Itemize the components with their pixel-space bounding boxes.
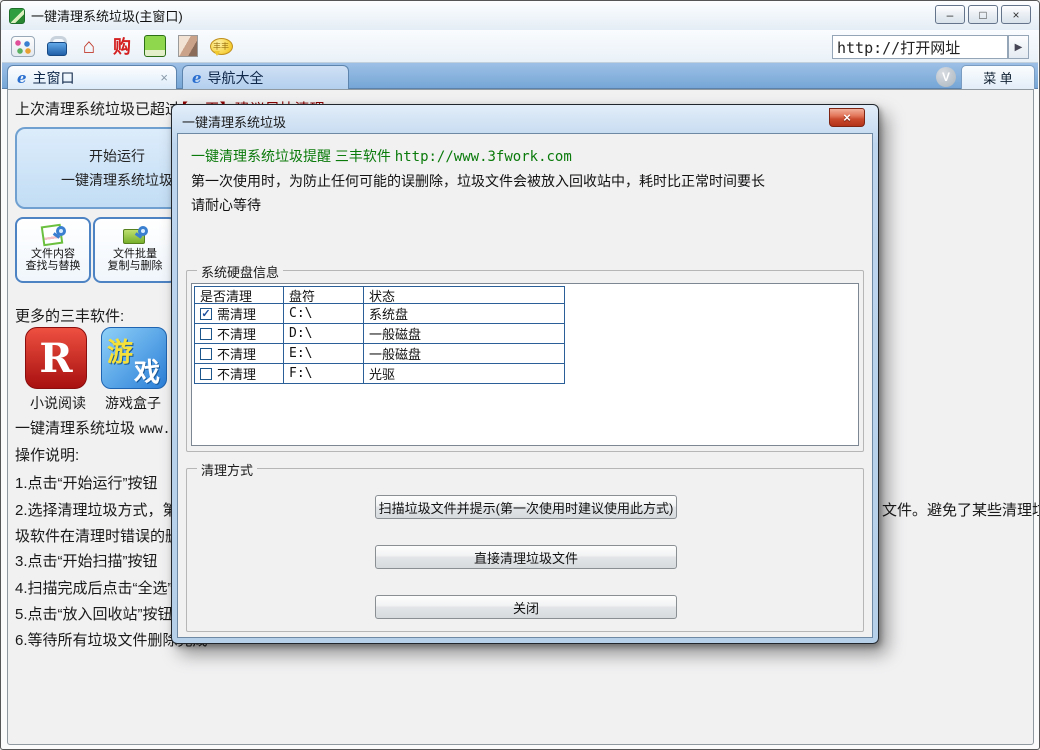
dialog-title: 一键清理系统垃圾 — [182, 112, 286, 131]
dialog-content: 一键清理系统垃圾提醒 三丰软件 http://www.3fwork.com 第一… — [177, 133, 873, 638]
novel-reader-label[interactable]: 小说阅读 — [30, 393, 86, 413]
header-clean[interactable]: 是否清理 — [195, 287, 284, 303]
table-row[interactable]: ✓ 需清理 C:\ 系统盘 — [195, 304, 564, 324]
disk-table-header: 是否清理 盘符 状态 — [195, 287, 564, 304]
checkbox-unchecked[interactable] — [200, 348, 212, 360]
tab-main-window[interactable]: e 主窗口 × — [7, 65, 177, 89]
disk-info-group: 系统硬盘信息 是否清理 盘符 状态 ✓需清理 C:\ 系统盘 — [186, 270, 864, 452]
drive-label: D:\ — [284, 324, 364, 343]
chat-bubble-icon[interactable]: 丰丰 — [209, 35, 233, 58]
ie-icon: e — [192, 69, 202, 87]
disk-group-label: 系统硬盘信息 — [197, 262, 283, 281]
drive-label: C:\ — [284, 304, 364, 323]
instruction-item-red-continuation: 文件。避免了某些清理垃 — [882, 499, 1040, 520]
scan-and-prompt-button[interactable]: 扫描垃圾文件并提示(第一次使用时建议使用此方式) — [375, 495, 677, 519]
file-batch-copy-delete-button[interactable]: 文件批量 复制与删除 — [93, 217, 177, 283]
tab-navigation[interactable]: e 导航大全 — [182, 65, 349, 89]
clean-label: 需清理 — [217, 304, 256, 323]
clean-method-group: 清理方式 扫描垃圾文件并提示(第一次使用时建议使用此方式) 直接清理垃圾文件 关… — [186, 468, 864, 632]
button-label: 文件内容 — [31, 248, 75, 260]
instruction-item: 3.点击“开始扫描”按钮 — [15, 550, 158, 571]
drive-label: E:\ — [284, 344, 364, 363]
drive-label: F:\ — [284, 364, 364, 383]
table-row[interactable]: 不清理 D:\ 一般磁盘 — [195, 324, 564, 344]
dialog-green-header: 一键清理系统垃圾提醒 三丰软件 http://www.3fwork.com — [191, 146, 572, 166]
lock-icon[interactable] — [44, 35, 68, 58]
reminder-text: 一键清理系统垃圾提醒 三丰软件 — [191, 148, 395, 164]
close-button[interactable]: × — [1001, 5, 1031, 24]
clean-label: 不清理 — [217, 344, 256, 363]
clean-label: 不清理 — [217, 324, 256, 343]
app-broom-icon — [9, 8, 25, 24]
table-row[interactable]: 不清理 E:\ 一般磁盘 — [195, 344, 564, 364]
button-label: 复制与删除 — [108, 260, 163, 272]
last-clean-notice: 上次清理系统垃圾已超过 — [15, 98, 180, 119]
url-input[interactable] — [832, 35, 1008, 59]
game-box-app-icon[interactable]: 游 戏 — [101, 327, 167, 389]
dialog-close-action-button[interactable]: 关闭 — [375, 595, 677, 619]
header-drive[interactable]: 盘符 — [284, 287, 364, 303]
website-link[interactable]: http://www.3fwork.com — [395, 149, 572, 165]
cleanup-dialog: 一键清理系统垃圾 × 一键清理系统垃圾提醒 三丰软件 http://www.3f… — [171, 104, 879, 644]
checkbox-checked[interactable]: ✓ — [200, 308, 212, 320]
button-label: 查找与替换 — [26, 260, 81, 272]
run-button-line1: 开始运行 — [89, 146, 145, 166]
shop-icon[interactable]: 购 — [110, 35, 134, 58]
clean-label: 不清理 — [217, 364, 256, 383]
window-title: 一键清理系统垃圾(主窗口) — [31, 6, 183, 25]
method-group-label: 清理方式 — [197, 460, 257, 479]
go-button[interactable]: ▶ — [1008, 35, 1029, 59]
home-icon[interactable]: ⌂ — [77, 35, 101, 58]
main-window: 一键清理系统垃圾(主窗口) – □ × ⌂ 购 丰丰 ▶ e 主窗口 × e 导… — [0, 0, 1040, 750]
minimize-button[interactable]: – — [935, 5, 965, 24]
checkbox-unchecked[interactable] — [200, 328, 212, 340]
run-button-line2: 一键清理系统垃圾 — [61, 170, 173, 190]
menu-button[interactable]: 菜 单 — [961, 65, 1035, 89]
status-label: 光驱 — [364, 364, 564, 383]
product-name: 一键清理系统垃圾 — [15, 420, 135, 437]
settings-icon[interactable] — [11, 35, 35, 58]
novel-reader-app-icon[interactable]: R — [25, 327, 87, 389]
header-status[interactable]: 状态 — [364, 287, 564, 303]
dialog-info-line1: 第一次使用时，为防止任何可能的误删除，垃圾文件会被放入回收站中，耗时比正常时间要… — [191, 171, 765, 191]
button-label: 文件批量 — [113, 248, 157, 260]
checkbox-unchecked[interactable] — [200, 368, 212, 380]
book-search-icon — [122, 224, 148, 248]
disk-listview: 是否清理 盘符 状态 ✓ 需清理 C:\ 系统盘 不清理 D:\ 一般磁盘 — [191, 283, 859, 446]
tab-label: 导航大全 — [208, 68, 264, 88]
game-box-label[interactable]: 游戏盒子 — [105, 393, 161, 413]
ie-icon: e — [17, 69, 27, 87]
photo-icon[interactable] — [176, 35, 200, 58]
maximize-button[interactable]: □ — [968, 5, 998, 24]
tab-close-icon[interactable]: × — [160, 70, 168, 85]
status-label: 一般磁盘 — [364, 324, 564, 343]
instruction-item: 4.扫描完成后点击“全选” — [15, 577, 173, 598]
instruction-item: 1.点击“开始运行”按钮 — [15, 472, 158, 493]
tab-bar: e 主窗口 × e 导航大全 V 菜 单 — [2, 63, 1038, 89]
direct-clean-button[interactable]: 直接清理垃圾文件 — [375, 545, 677, 569]
tab-dropdown-icon[interactable]: V — [936, 67, 956, 87]
file-content-replace-button[interactable]: 文件内容 查找与替换 — [15, 217, 91, 283]
table-row[interactable]: 不清理 F:\ 光驱 — [195, 364, 564, 383]
disk-table: 是否清理 盘符 状态 ✓ 需清理 C:\ 系统盘 不清理 D:\ 一般磁盘 — [194, 286, 565, 384]
window-titlebar: 一键清理系统垃圾(主窗口) – □ × — [1, 1, 1039, 30]
document-search-icon — [40, 224, 66, 248]
toolbar: ⌂ 购 丰丰 ▶ — [2, 30, 1038, 63]
more-apps-label: 更多的三丰软件: — [15, 305, 124, 326]
dialog-close-button[interactable]: × — [829, 108, 865, 127]
tab-label: 主窗口 — [33, 68, 75, 88]
instructions-title: 操作说明: — [15, 444, 79, 465]
dialog-info-line2: 请耐心等待 — [191, 195, 261, 215]
game-app-icon[interactable] — [143, 35, 167, 58]
status-label: 一般磁盘 — [364, 344, 564, 363]
status-label: 系统盘 — [364, 304, 564, 323]
instruction-item: 5.点击“放入回收站”按钮 — [15, 603, 173, 624]
